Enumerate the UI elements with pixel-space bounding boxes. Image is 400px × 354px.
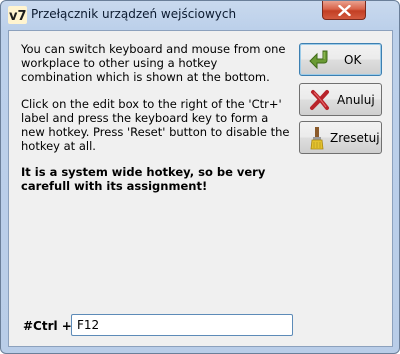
warning-text: It is a system wide hotkey, so be very c… — [21, 165, 266, 193]
app-logo-icon: v7 — [8, 6, 27, 24]
brush-icon — [310, 127, 324, 150]
ok-button[interactable]: OK — [299, 43, 382, 76]
close-button[interactable] — [322, 1, 366, 20]
reset-button[interactable]: Zresetuj — [299, 121, 382, 154]
dialog-window: v7 Przełącznik urządzeń wejściowych You … — [0, 0, 400, 354]
window-title: Przełącznik urządzeń wejściowych — [31, 7, 237, 21]
title-bar[interactable]: v7 Przełącznik urządzeń wejściowych — [1, 1, 399, 29]
hotkey-input[interactable] — [71, 314, 293, 336]
cancel-button-label: Anuluj — [337, 93, 375, 107]
red-x-icon — [310, 90, 329, 110]
dialog-client-area: You can switch keyboard and mouse from o… — [8, 30, 393, 347]
ok-button-label: OK — [344, 53, 362, 67]
close-icon — [338, 5, 351, 16]
cancel-button[interactable]: Anuluj — [299, 83, 382, 116]
svg-text:v7: v7 — [9, 9, 27, 24]
info-paragraph-1: You can switch keyboard and mouse from o… — [21, 42, 286, 84]
hotkey-label: #Ctrl + — [23, 319, 72, 333]
green-return-arrow-icon — [309, 50, 328, 70]
info-paragraph-2: Click on the edit box to the right of th… — [21, 97, 290, 153]
reset-button-label: Zresetuj — [330, 131, 380, 145]
